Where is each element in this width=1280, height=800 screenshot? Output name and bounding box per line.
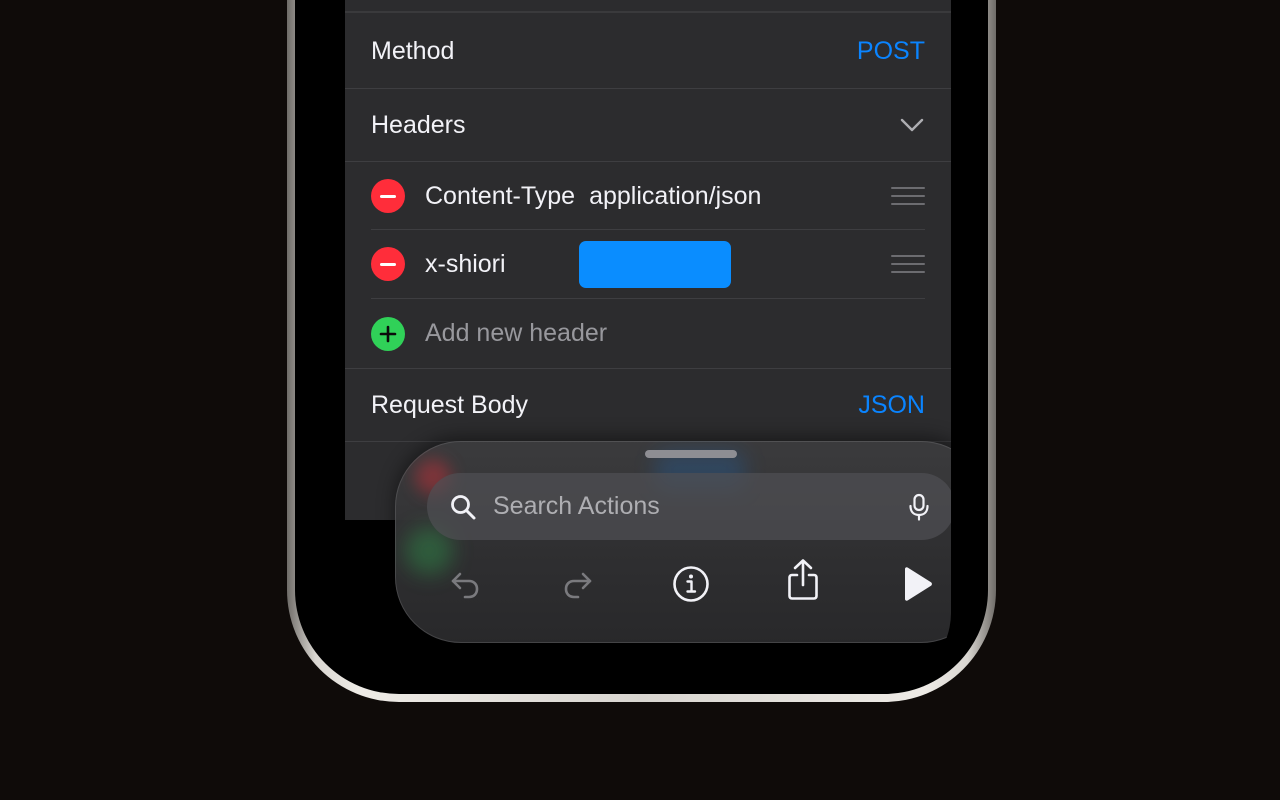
remove-header-button[interactable] xyxy=(371,247,405,281)
method-label: Method xyxy=(371,36,455,65)
request-body-type[interactable]: JSON xyxy=(858,391,925,420)
redo-icon xyxy=(564,572,592,599)
actions-sheet: Search Actions xyxy=(395,441,951,643)
phone-bezel: Method POST Headers Content-Type applica… xyxy=(295,0,988,694)
plus-circle-icon xyxy=(379,325,397,342)
method-row[interactable]: Method POST xyxy=(345,13,951,89)
share-icon xyxy=(788,559,818,600)
info-icon xyxy=(673,566,709,602)
redo-button[interactable] xyxy=(556,562,600,606)
minus-circle-icon xyxy=(380,262,396,266)
header-key[interactable]: x-shiori xyxy=(425,250,506,279)
sheet-toolbar xyxy=(395,559,951,612)
request-body-label: Request Body xyxy=(371,390,529,419)
search-icon xyxy=(451,494,476,519)
share-button[interactable] xyxy=(781,558,825,602)
play-icon xyxy=(905,567,932,601)
remove-header-button[interactable] xyxy=(371,179,405,213)
info-button[interactable] xyxy=(669,562,713,606)
headers-row[interactable]: Headers xyxy=(345,89,951,161)
add-header-button[interactable] xyxy=(371,316,405,351)
sheet-grabber[interactable] xyxy=(645,450,737,458)
headers-label: Headers xyxy=(371,110,466,139)
chevron-down-icon[interactable] xyxy=(899,112,925,138)
redacted-header-value[interactable] xyxy=(579,241,731,288)
search-actions-field[interactable]: Search Actions xyxy=(427,473,951,540)
undo-icon xyxy=(451,572,479,599)
minus-circle-icon xyxy=(380,194,396,198)
drag-handle-icon[interactable] xyxy=(891,255,925,273)
phone-frame: Method POST Headers Content-Type applica… xyxy=(287,0,996,702)
header-key[interactable]: Content-Type xyxy=(425,182,575,211)
screen: Method POST Headers Content-Type applica… xyxy=(337,0,951,685)
run-shortcut-button[interactable] xyxy=(895,562,939,606)
add-header-row[interactable]: Add new header xyxy=(345,299,951,368)
add-header-placeholder: Add new header xyxy=(425,319,608,347)
header-value[interactable]: application/json xyxy=(589,182,761,211)
search-input[interactable]: Search Actions xyxy=(493,492,905,521)
request-body-row[interactable]: Request Body JSON xyxy=(345,369,951,441)
microphone-icon[interactable] xyxy=(905,493,933,521)
undo-button[interactable] xyxy=(443,562,487,606)
header-item: Content-Type application/json xyxy=(345,162,951,230)
drag-handle-icon[interactable] xyxy=(891,187,925,205)
method-value[interactable]: POST xyxy=(857,37,925,66)
